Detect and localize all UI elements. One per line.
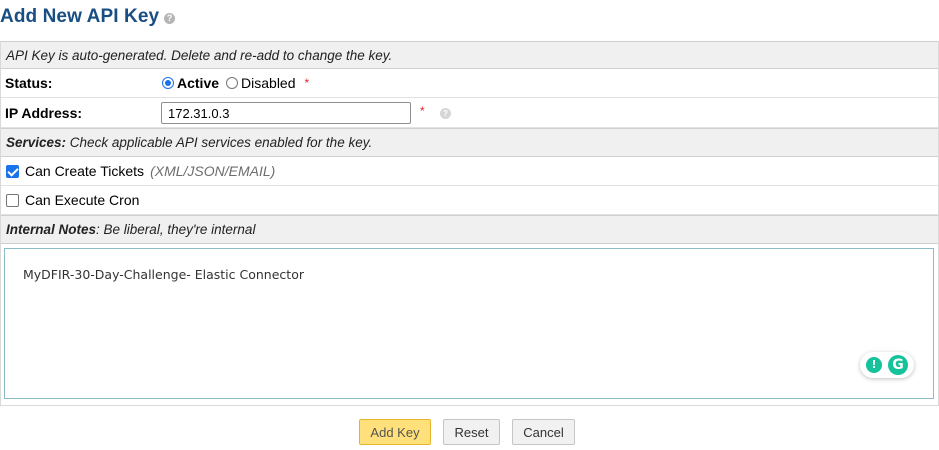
service-row: Can Execute Cron	[1, 186, 938, 215]
ip-address-row: IP Address: * ?	[1, 98, 938, 128]
page-title: Add New API Key	[0, 6, 160, 27]
service-row: Can Create Tickets (XML/JSON/EMAIL)	[1, 157, 938, 186]
grammarly-icon[interactable]: G	[888, 355, 908, 375]
status-active-radio[interactable]	[162, 77, 174, 89]
page-header: Add New API Key ?	[0, 4, 176, 30]
ip-address-input[interactable]	[161, 102, 411, 124]
status-options: Active Disabled *	[162, 75, 309, 91]
create-tickets-note: (XML/JSON/EMAIL)	[150, 163, 276, 179]
service-execute-cron: Can Execute Cron	[6, 192, 139, 208]
notes-header-title: Internal Notes	[6, 222, 97, 237]
status-row: Status: Active Disabled *	[1, 69, 938, 98]
internal-notes-textarea[interactable]: MyDFIR-30-Day-Challenge- Elastic Connect…	[4, 248, 934, 399]
execute-cron-label[interactable]: Can Execute Cron	[25, 192, 139, 208]
ip-address-label: IP Address:	[5, 104, 83, 121]
help-icon[interactable]: ?	[164, 12, 176, 24]
services-header-title: Services:	[6, 135, 67, 150]
execute-cron-checkbox[interactable]	[6, 193, 19, 207]
status-label: Status:	[5, 75, 53, 91]
info-header: API Key is auto-generated. Delete and re…	[1, 41, 938, 69]
create-tickets-label[interactable]: Can Create Tickets	[25, 163, 144, 179]
status-disabled-radio[interactable]	[226, 77, 239, 89]
service-create-tickets: Can Create Tickets (XML/JSON/EMAIL)	[6, 163, 275, 179]
services-header-text: Check applicable API services enabled fo…	[66, 135, 373, 150]
cancel-button[interactable]: Cancel	[512, 419, 575, 445]
api-key-form: API Key is auto-generated. Delete and re…	[0, 41, 939, 406]
status-disabled-label[interactable]: Disabled	[241, 75, 295, 91]
services-header: Services: Check applicable API services …	[1, 128, 938, 157]
notes-header: Internal Notes : Be liberal, they're int…	[1, 215, 938, 244]
status-active-label[interactable]: Active	[177, 75, 219, 91]
create-tickets-checkbox[interactable]	[6, 164, 19, 178]
info-header-text: API Key is auto-generated. Delete and re…	[6, 47, 393, 63]
required-mark: *	[420, 104, 425, 118]
reset-button[interactable]: Reset	[443, 419, 500, 445]
add-key-button[interactable]: Add Key	[359, 419, 431, 445]
lightbulb-icon[interactable]: !	[866, 357, 882, 373]
internal-notes-text: MyDFIR-30-Day-Challenge- Elastic Connect…	[23, 267, 304, 282]
required-mark: *	[304, 76, 310, 90]
notes-header-text: : Be liberal, they're internal	[96, 222, 256, 237]
help-icon[interactable]: ?	[440, 108, 451, 119]
grammarly-widget[interactable]: ! G	[860, 352, 914, 378]
